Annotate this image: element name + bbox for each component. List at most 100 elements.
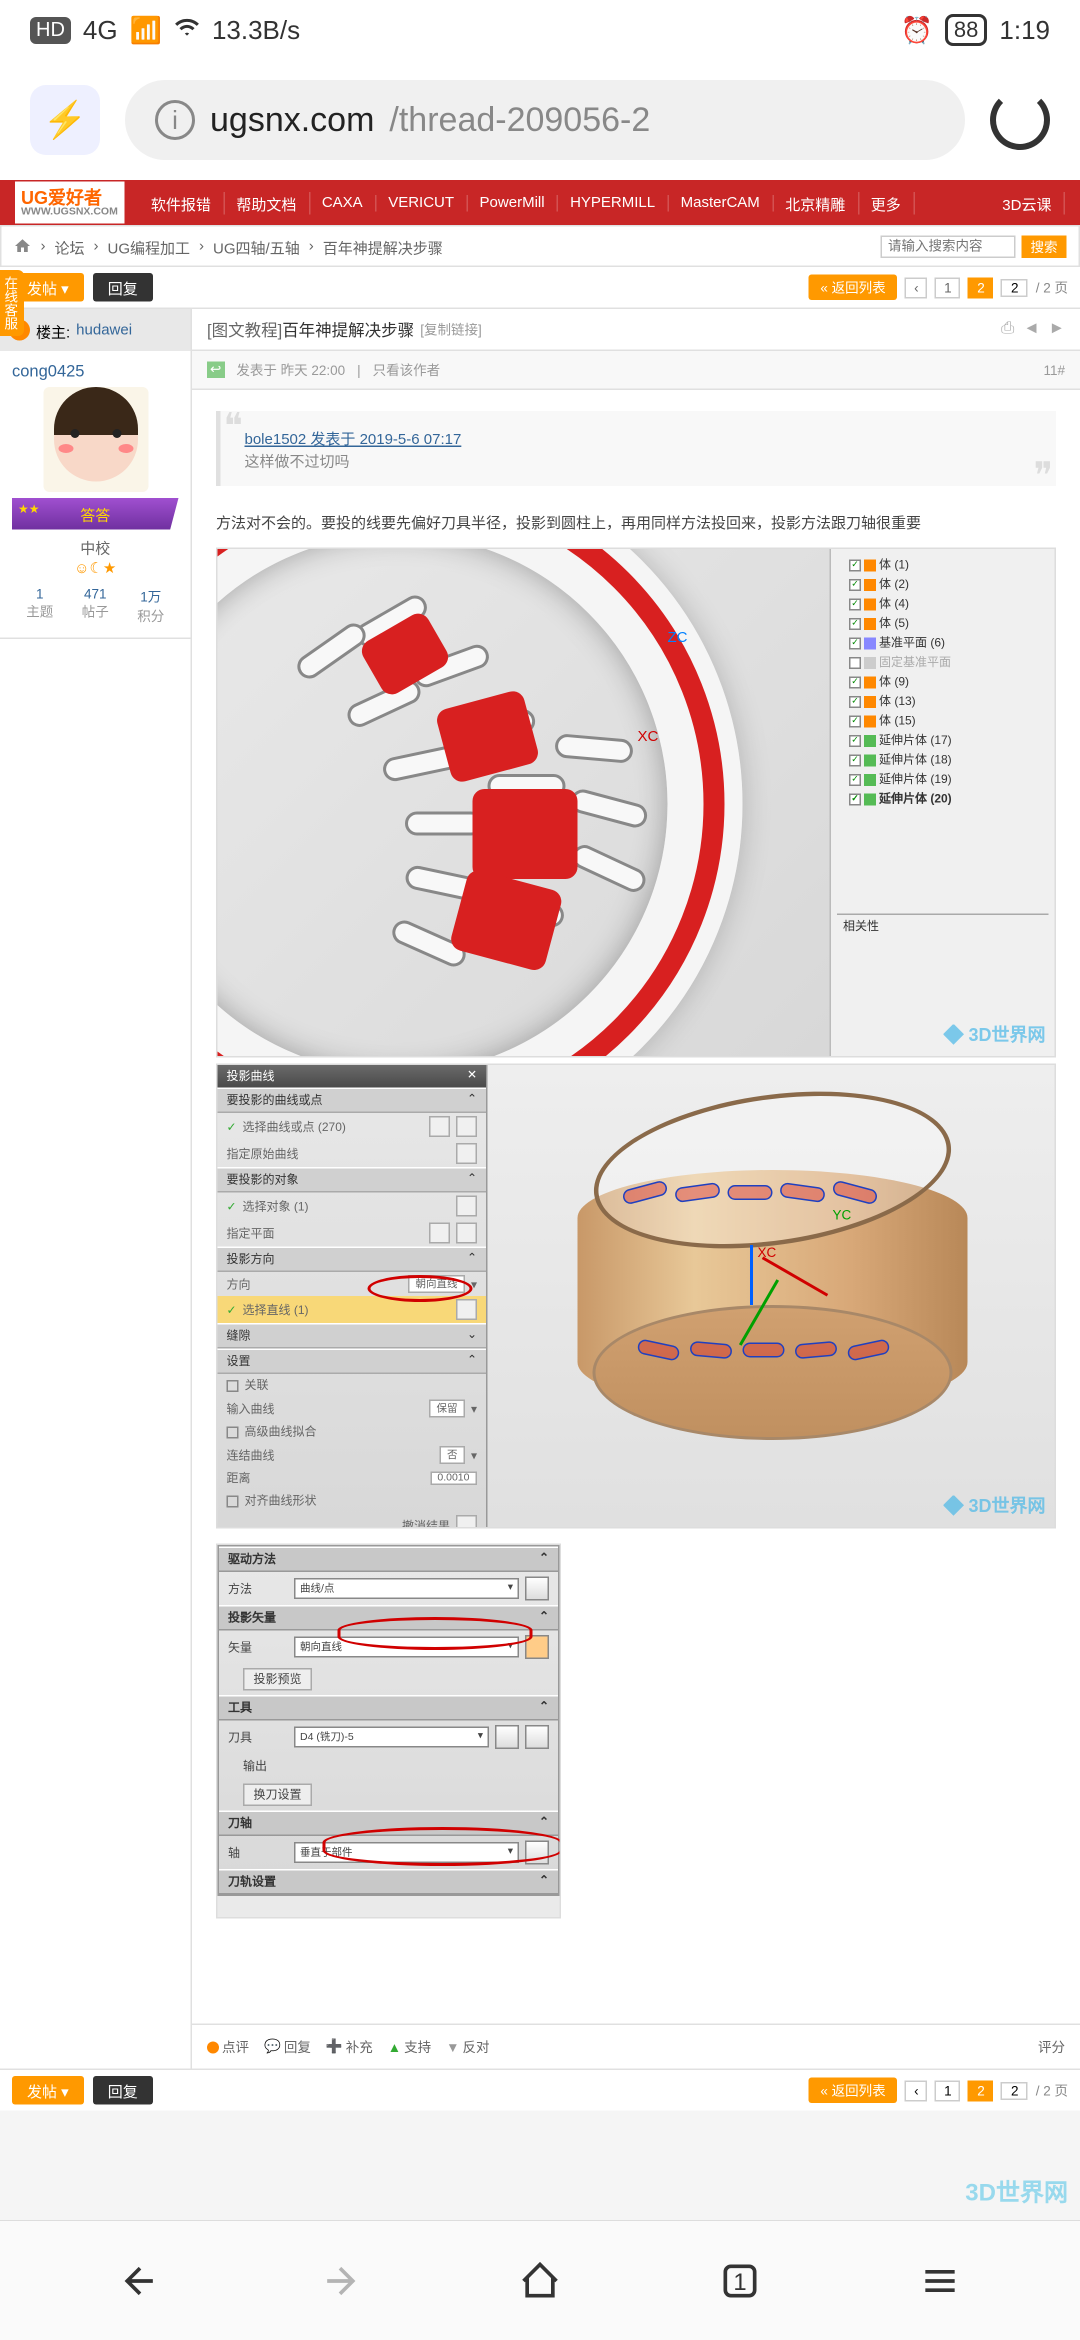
project-curve-dialog: 投影曲线✕ 要投影的曲线或点⌃ ✓选择曲线或点 (270) 指定原始曲线 要投影… (218, 1065, 488, 1527)
nav-item[interactable]: HYPERMILL (558, 194, 669, 211)
thread-tag: [图文教程] (207, 317, 282, 341)
quote-block: ❝ bole1502 发表于 2019-5-6 07:17 这样做不过切吗 ❞ (216, 411, 1056, 486)
next-icon[interactable]: ► (1049, 320, 1065, 340)
main-area: 楼主: hudawei cong0425 答答 中校 ☺☾★ 1主题 471帖子… (0, 309, 1080, 2069)
nav-item[interactable]: 软件报错 (139, 191, 225, 214)
user-title: 中校 (12, 536, 179, 559)
action-bar: 发帖 ▾ 回复 « 返回列表 ‹ 1 2 / 2 页 (0, 267, 1080, 309)
post-meta: ↩ 发表于 昨天 22:00 | 只看该作者 11# (192, 351, 1080, 390)
crumb-link[interactable]: 论坛 (55, 235, 85, 258)
clock: 1:19 (999, 15, 1050, 46)
highlight-circle (338, 1617, 533, 1650)
site-header: UG爱好者 WWW.UGSNX.COM 软件报错 帮助文档 CAXA VERIC… (0, 180, 1080, 225)
owner-name[interactable]: hudawei (76, 322, 132, 339)
xc-label: XC (638, 729, 659, 746)
app-icon[interactable]: ⚡ (30, 85, 100, 155)
yc-axis-label: YC (833, 1208, 852, 1223)
service-tab[interactable]: 在线客服 (0, 270, 24, 336)
nav-item[interactable]: 帮助文档 (224, 191, 310, 214)
hd-badge: HD (30, 17, 71, 44)
support-link[interactable]: ▲支持 (388, 2037, 431, 2057)
crumb-current: 百年神提解决步骤 (323, 235, 443, 258)
new-post-button[interactable]: 发帖 ▾ (12, 2076, 84, 2105)
floor-number[interactable]: 11# (1043, 362, 1065, 377)
nav-item[interactable]: 北京精雕 (773, 191, 859, 214)
back-list-button[interactable]: « 返回列表 (808, 2078, 897, 2104)
close-icon[interactable]: ✕ (467, 1068, 477, 1085)
add-link[interactable]: ➕补充 (326, 2037, 373, 2057)
thread-owner: 楼主: hudawei (0, 309, 191, 351)
oppose-link[interactable]: ▼反对 (446, 2037, 489, 2057)
nav-item[interactable]: 更多 (859, 191, 915, 214)
home-icon[interactable] (14, 237, 32, 255)
signal-icon: 📶 (130, 15, 162, 46)
menu-icon[interactable] (915, 2256, 965, 2306)
network-type: 4G (83, 15, 118, 46)
search-button[interactable]: 搜索 (1021, 235, 1066, 258)
reply-button[interactable]: 回复 (93, 273, 153, 302)
page-1[interactable]: 1 (935, 277, 961, 298)
sidebar: 楼主: hudawei cong0425 答答 中校 ☺☾★ 1主题 471帖子… (0, 309, 192, 2069)
quote-source[interactable]: bole1502 发表于 2019-5-6 07:17 (245, 426, 1033, 449)
page-2[interactable]: 2 (968, 2080, 994, 2101)
tabs-icon[interactable]: 1 (715, 2256, 765, 2306)
thread-title: 百年神提解决步骤 (282, 317, 414, 341)
reply-icon: ↩ (207, 362, 224, 379)
quote-close-icon: ❞ (1034, 455, 1053, 499)
site-logo[interactable]: UG爱好者 WWW.UGSNX.COM (15, 182, 124, 224)
user-stats: 1主题 471帖子 1万积分 (12, 587, 179, 626)
wifi-icon (174, 14, 200, 47)
page-input[interactable] (1001, 2081, 1028, 2099)
nav-item[interactable]: 3D云课 (990, 191, 1065, 214)
nav-item[interactable]: MasterCAM (669, 194, 774, 211)
url-path: /thread-209056-2 (389, 101, 650, 140)
page-input[interactable] (1001, 278, 1028, 296)
page-content: 在线客服 UG爱好者 WWW.UGSNX.COM 软件报错 帮助文档 CAXA … (0, 180, 1080, 2220)
status-bar: HD 4G 📶 13.3B/s ⏰ 88 1:19 (0, 0, 1080, 60)
nav-item[interactable]: VERICUT (376, 194, 467, 211)
nav-item[interactable]: PowerMill (468, 194, 559, 211)
page-prev[interactable]: ‹ (905, 277, 928, 298)
svg-text:1: 1 (733, 2269, 746, 2296)
screenshot-2: 投影曲线✕ 要投影的曲线或点⌃ ✓选择曲线或点 (270) 指定原始曲线 要投影… (216, 1064, 1056, 1529)
breadcrumb: › 论坛› UG编程加工› UG四轴/五轴› 百年神提解决步骤 搜索 (0, 225, 1080, 267)
username[interactable]: cong0425 (12, 363, 179, 381)
screenshot-1: ZC XC ✓体 (1) ✓体 (2) ✓体 (4) ✓体 (5) ✓基准平面 … (216, 548, 1056, 1058)
prev-icon[interactable]: ◄ (1023, 320, 1039, 340)
page-2[interactable]: 2 (968, 277, 994, 298)
page-1[interactable]: 1 (935, 2080, 961, 2101)
site-info-icon[interactable]: i (155, 100, 195, 140)
alarm-icon: ⏰ (901, 15, 933, 46)
url-input[interactable]: i ugsnx.com/thread-209056-2 (125, 80, 965, 160)
back-icon[interactable] (115, 2256, 165, 2306)
score-link[interactable]: 评分 (1038, 2037, 1065, 2057)
reply-text: 方法对不会的。要投的线要先偏好刀具半径，投影到圆柱上，再用同样方法投回来，投影方… (192, 507, 1080, 542)
search-input[interactable] (880, 235, 1015, 258)
watermark: 3D世界网 (943, 1493, 1046, 1519)
battery-icon: 88 (945, 14, 987, 46)
page-prev[interactable]: ‹ (905, 2080, 928, 2101)
home-icon[interactable] (515, 2256, 565, 2306)
nav-item[interactable]: CAXA (310, 194, 376, 211)
crumb-link[interactable]: UG四轴/五轴 (213, 235, 300, 258)
print-icon[interactable]: ⎙ (1001, 320, 1014, 340)
reply-link[interactable]: 💬回复 (264, 2037, 311, 2057)
forward-icon[interactable] (315, 2256, 365, 2306)
avatar[interactable] (43, 387, 148, 492)
thread-header: [图文教程] 百年神提解决步骤 [复制链接] ⎙ ◄ ► (192, 309, 1080, 351)
comment-button[interactable]: 点评 (207, 2037, 249, 2057)
loading-spinner[interactable] (990, 90, 1050, 150)
post-body: [图文教程] 百年神提解决步骤 [复制链接] ⎙ ◄ ► ↩ 发表于 昨天 22… (192, 309, 1080, 2069)
page-watermark: 3D世界网 (965, 2172, 1068, 2208)
url-domain: ugsnx.com (210, 101, 374, 140)
only-author[interactable]: 只看该作者 (373, 360, 441, 380)
back-list-button[interactable]: « 返回列表 (808, 275, 897, 301)
screenshot-3: 驱动方法⌃ 方法曲线/点▾ 投影矢量⌃ 矢量朝向直线▾ 投影预览 工具⌃ 刀具D… (216, 1544, 561, 1919)
crumb-link[interactable]: UG编程加工 (108, 235, 191, 258)
tree-relation: 相关性 (837, 914, 1049, 938)
feature-tree[interactable]: ✓体 (1) ✓体 (2) ✓体 (4) ✓体 (5) ✓基准平面 (6) 固定… (830, 549, 1055, 1056)
reply-button[interactable]: 回复 (93, 2076, 153, 2105)
net-speed: 13.3B/s (212, 15, 300, 46)
copy-link[interactable]: [复制链接] (420, 320, 482, 340)
highlight-circle (368, 1275, 473, 1302)
